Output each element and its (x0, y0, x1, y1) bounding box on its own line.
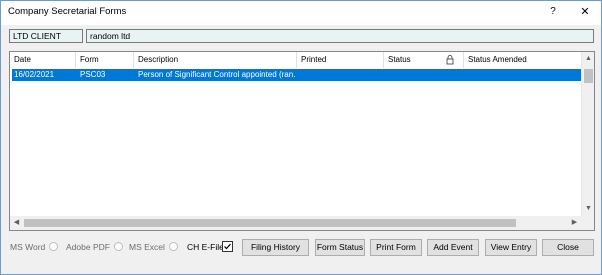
ms-excel-label: MS Excel (129, 242, 165, 252)
client-name-field: random ltd (86, 29, 594, 43)
ms-word-label: MS Word (10, 242, 46, 252)
table-row[interactable]: 16/02/2021 PSC03 Person of Significant C… (12, 69, 586, 81)
option-ms-excel[interactable]: MS Excel (129, 241, 178, 253)
column-header-description[interactable]: Description (134, 52, 297, 68)
row-printed (299, 69, 384, 81)
form-status-button[interactable]: Form Status (315, 239, 365, 256)
scroll-down-icon[interactable]: ▼ (582, 202, 594, 216)
title-bar: Company Secretarial Forms ? ✕ (1, 1, 601, 25)
row-date: 16/02/2021 (14, 70, 55, 79)
print-form-button[interactable]: Print Form (370, 239, 422, 256)
column-header-form[interactable]: Form (76, 52, 134, 68)
lock-icon (446, 55, 454, 65)
scroll-up-icon[interactable]: ▲ (582, 52, 594, 66)
view-entry-button[interactable]: View Entry (485, 239, 537, 256)
adobe-pdf-radio[interactable] (113, 242, 123, 252)
vertical-scroll-thumb[interactable] (584, 69, 593, 83)
row-status-amended (466, 69, 586, 81)
ch-efile-label: CH E-File (187, 242, 224, 252)
ms-word-radio[interactable] (49, 242, 59, 252)
filing-history-button[interactable]: Filing History (242, 239, 309, 256)
horizontal-scroll-thumb[interactable] (24, 219, 516, 227)
client-type-field: LTD CLIENT (9, 29, 83, 43)
company-secretarial-forms-window: Company Secretarial Forms ? ✕ LTD CLIENT… (0, 0, 602, 275)
forms-table[interactable]: Date Form Description Printed Status Sta… (9, 51, 595, 231)
close-button[interactable]: Close (542, 239, 594, 256)
window-title: Company Secretarial Forms (8, 6, 127, 17)
vertical-scrollbar[interactable]: ▲ ▼ (581, 52, 594, 216)
add-event-button[interactable]: Add Event (427, 239, 479, 256)
row-description: Person of Significant Control appointed … (138, 70, 296, 79)
column-header-printed[interactable]: Printed (297, 52, 384, 68)
scrollbar-corner (581, 216, 594, 230)
column-header-status-amended[interactable]: Status Amended (464, 52, 587, 68)
close-window-button[interactable]: ✕ (577, 4, 593, 20)
checkmark-icon (224, 243, 231, 250)
table-header: Date Form Description Printed Status Sta… (10, 52, 594, 68)
help-button[interactable]: ? (545, 4, 561, 20)
scroll-left-icon[interactable]: ◀ (10, 216, 23, 230)
option-ms-word[interactable]: MS Word (10, 241, 59, 253)
horizontal-scrollbar[interactable]: ◀ ▶ (10, 216, 581, 230)
row-form: PSC03 (80, 70, 106, 79)
ch-efile-checkbox[interactable] (222, 241, 233, 252)
ms-excel-radio[interactable] (168, 242, 178, 252)
option-adobe-pdf[interactable]: Adobe PDF (66, 241, 123, 253)
column-header-date[interactable]: Date (10, 52, 76, 68)
row-status (386, 69, 464, 81)
adobe-pdf-label: Adobe PDF (66, 242, 110, 252)
scroll-right-icon[interactable]: ▶ (568, 216, 581, 230)
